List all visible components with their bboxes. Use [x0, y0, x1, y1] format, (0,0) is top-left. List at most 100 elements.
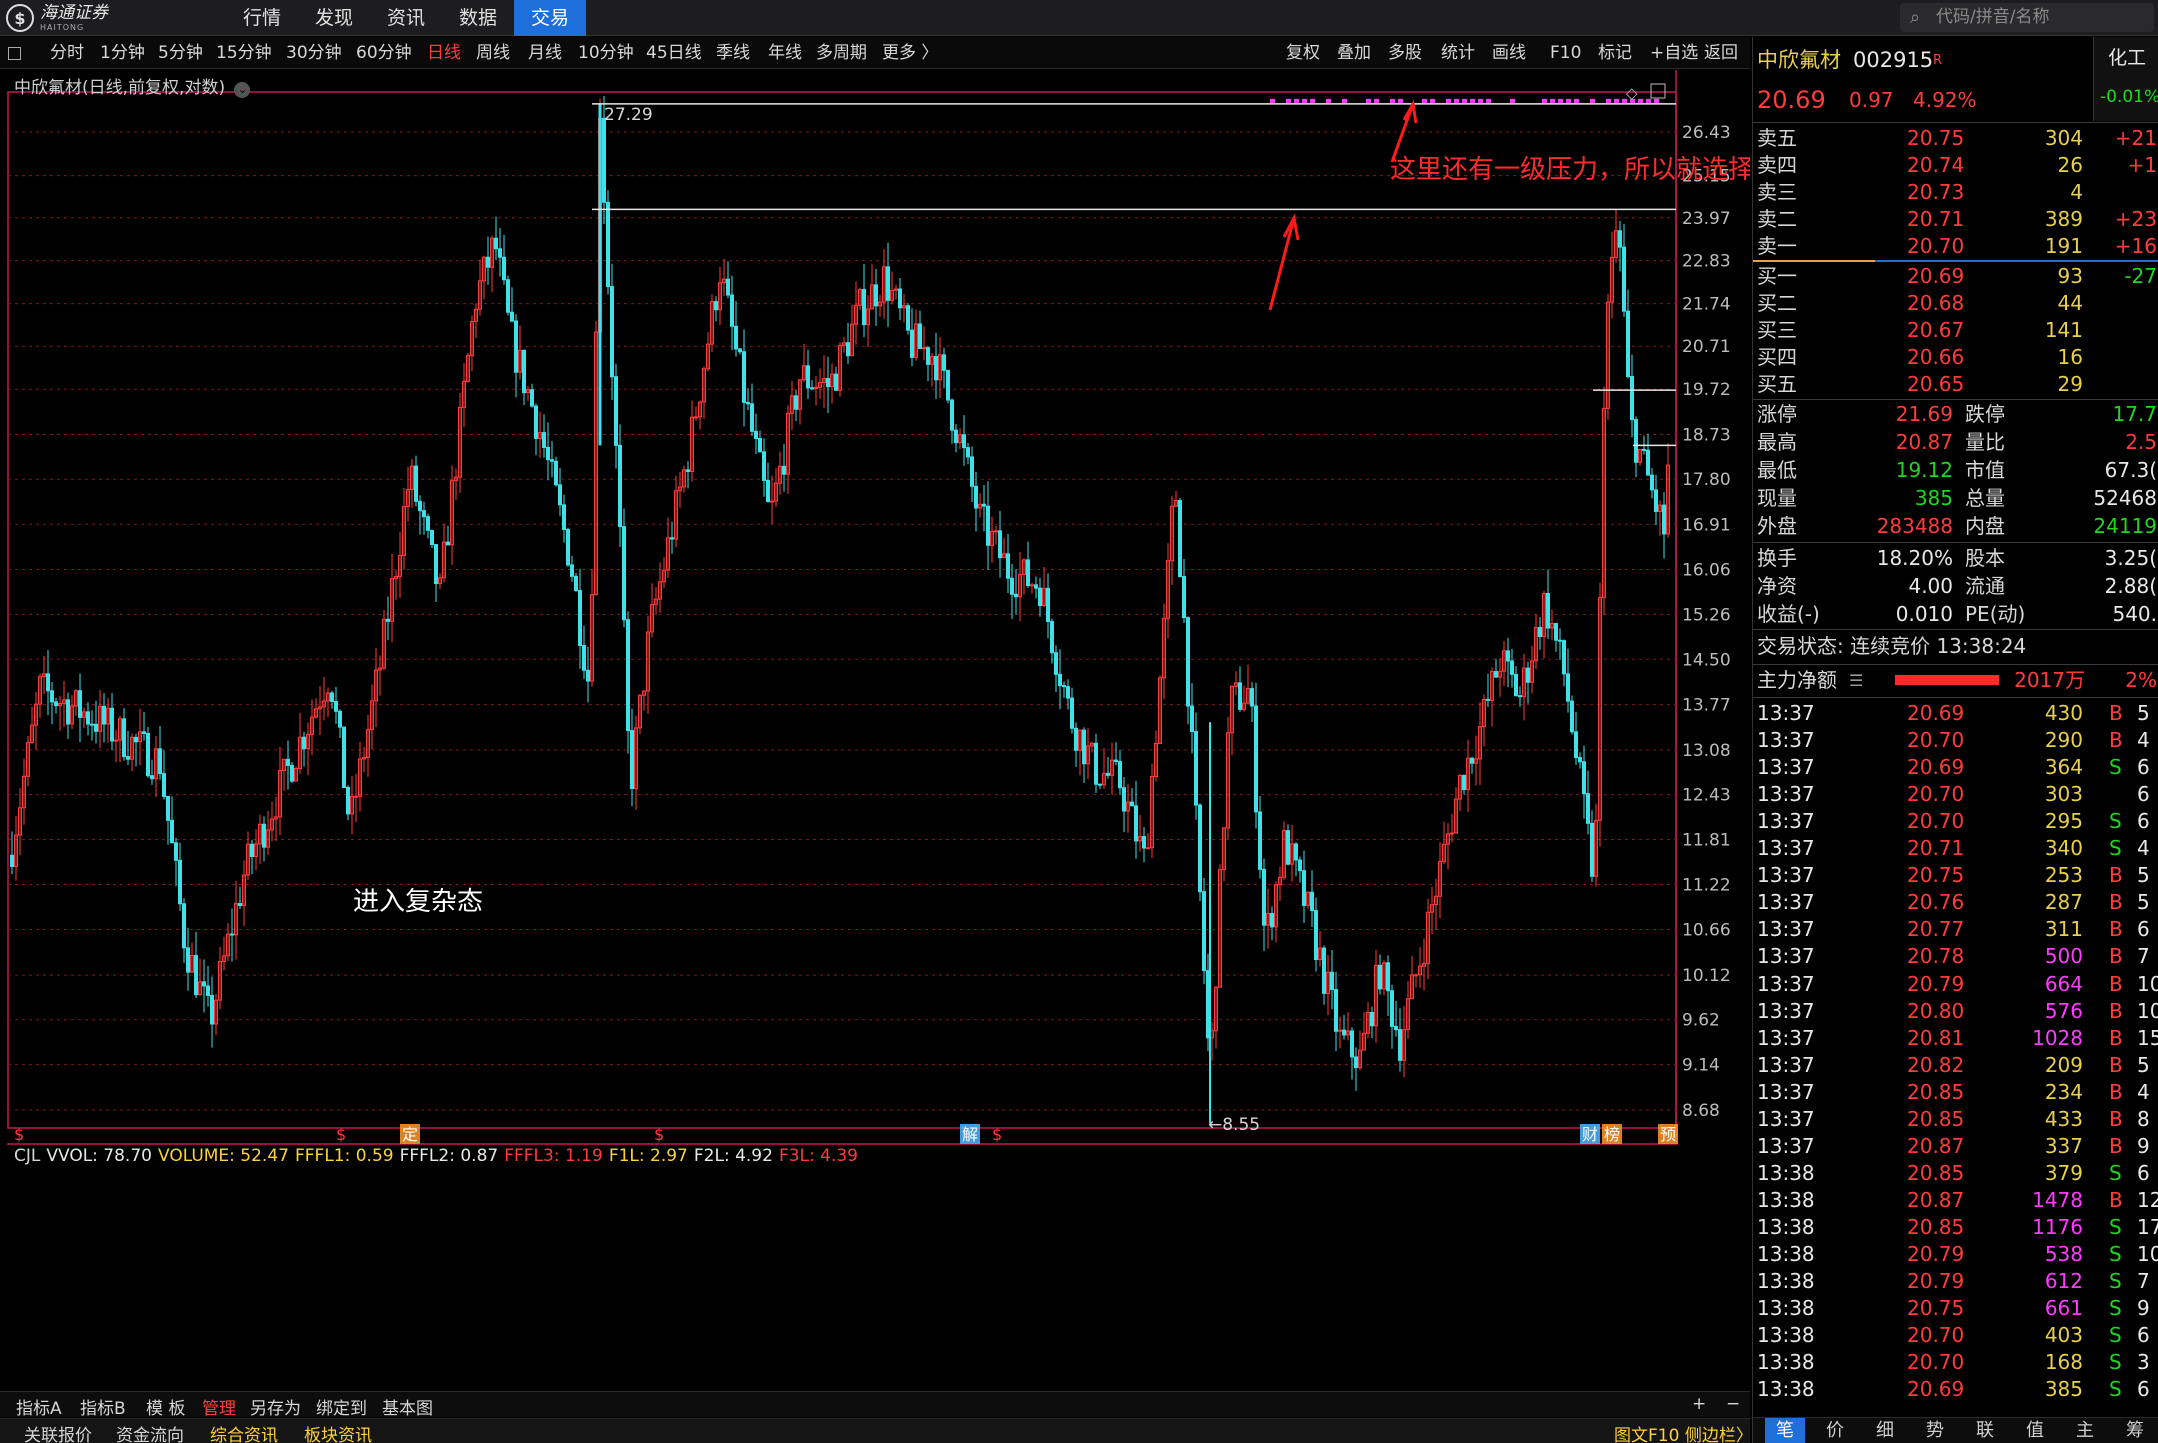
- add-icon[interactable]: +: [1692, 1394, 1706, 1414]
- chart-settings-chevron-icon[interactable]: ⌄: [234, 82, 251, 98]
- tool-7[interactable]: +自选: [1650, 37, 1698, 69]
- tool-2[interactable]: 多股: [1388, 37, 1422, 69]
- tick-direction: B: [2109, 1133, 2123, 1158]
- candle-body: [1546, 592, 1550, 629]
- tool-3[interactable]: 统计: [1441, 37, 1475, 69]
- indicator-tab-4[interactable]: 另存为: [250, 1394, 301, 1419]
- event-marker[interactable]: $: [654, 1125, 664, 1144]
- event-marker[interactable]: $: [992, 1125, 1002, 1144]
- period-1[interactable]: 1分钟: [100, 37, 145, 69]
- indicator-tab-5[interactable]: 绑定到: [316, 1394, 367, 1419]
- indicator-tab-1[interactable]: 指标B: [80, 1394, 126, 1419]
- period-5[interactable]: 60分钟: [356, 37, 412, 69]
- tick-time: 13:37: [1757, 1052, 1815, 1077]
- panel-toggle-icon[interactable]: [8, 47, 21, 60]
- quote-tab-2[interactable]: 细: [1865, 1418, 1905, 1443]
- event-marker[interactable]: 定: [402, 1125, 418, 1144]
- tick-direction: B: [2109, 1187, 2123, 1212]
- candle-body: [1650, 474, 1654, 491]
- quote-tab-7[interactable]: 筹: [2115, 1418, 2155, 1443]
- info-tab-3[interactable]: 板块资讯: [304, 1421, 372, 1443]
- indicator-tab-0[interactable]: 指标A: [16, 1394, 62, 1419]
- candle-body: [1414, 974, 1418, 977]
- quote-tab-4[interactable]: 联: [1965, 1418, 2005, 1443]
- period-0[interactable]: 分时: [50, 37, 84, 69]
- tool-1[interactable]: 叠加: [1337, 37, 1371, 69]
- period-8[interactable]: 月线: [528, 37, 562, 69]
- topnav-item-0[interactable]: 行情: [226, 0, 298, 36]
- candle-body: [1026, 559, 1030, 586]
- tick-count: 10: [2137, 1242, 2158, 1266]
- candle-body: [806, 365, 810, 389]
- period-3[interactable]: 15分钟: [216, 37, 272, 69]
- quote-tab-3[interactable]: 势: [1915, 1418, 1955, 1443]
- tool-4[interactable]: 画线: [1492, 37, 1526, 69]
- tick-row: 13:38 20.79 538 S 10: [1753, 1241, 2158, 1268]
- period-2[interactable]: 5分钟: [158, 37, 203, 69]
- bid-price: 20.65: [1907, 372, 1965, 396]
- topnav-item-1[interactable]: 发现: [298, 0, 370, 36]
- period-4[interactable]: 30分钟: [286, 37, 342, 69]
- info-tab-0[interactable]: 关联报价: [24, 1421, 92, 1443]
- list-icon[interactable]: ☰: [1849, 667, 1863, 694]
- indicator-tab-3[interactable]: 管理: [202, 1394, 236, 1419]
- period-toolbar: 分时 1分钟 5分钟 15分钟 30分钟 60分钟 日线 周线 月线 10分钟 45日线 季线 年线 多周…: [0, 37, 1750, 69]
- indicator-tab-2[interactable]: 模 板: [146, 1394, 185, 1419]
- quote-tab-0[interactable]: 笔: [1765, 1418, 1805, 1443]
- event-marker[interactable]: 解: [962, 1125, 978, 1144]
- tick-count: 6: [2137, 1323, 2150, 1348]
- candle-body: [50, 690, 54, 703]
- stat-value: 19.12: [1895, 458, 1953, 482]
- quote-tab-1[interactable]: 价: [1815, 1418, 1855, 1443]
- period-14[interactable]: 更多 〉: [882, 37, 938, 69]
- diamond-icon[interactable]: ◇: [1626, 84, 1638, 102]
- info-tab-1[interactable]: 资金流向: [116, 1421, 184, 1443]
- quote-tab-6[interactable]: 主: [2065, 1418, 2105, 1443]
- remove-icon[interactable]: −: [1726, 1394, 1740, 1414]
- candlestick-chart[interactable]: 26.4325.1523.9722.8321.7420.7119.7218.73…: [0, 70, 1750, 1145]
- info-right-links[interactable]: 图文F10 侧边栏〉: [1614, 1421, 1753, 1443]
- main-net-extra: 2%: [2125, 668, 2157, 692]
- period-11[interactable]: 季线: [716, 37, 750, 69]
- event-marker[interactable]: $: [14, 1125, 24, 1144]
- candle-body: [1038, 587, 1042, 607]
- tool-6[interactable]: 标记: [1598, 37, 1632, 69]
- candle-body: [910, 329, 914, 358]
- candle-body: [618, 444, 622, 528]
- tool-5[interactable]: F10: [1550, 37, 1581, 69]
- chart-title-text: 中欣氟材(日线,前复权,对数): [14, 78, 226, 98]
- indicator-tabs: 指标A 指标B 模 板管理 另存为 绑定到 基本图 + −: [0, 1391, 1750, 1419]
- panel-max-icon[interactable]: [1650, 83, 1666, 99]
- period-12[interactable]: 年线: [768, 37, 802, 69]
- price-axis-label: 13.08: [1682, 741, 1731, 761]
- tick-price: 20.85: [1907, 1160, 1965, 1185]
- indicator-tab-6[interactable]: 基本图: [382, 1394, 433, 1419]
- price-axis-label: 21.74: [1682, 295, 1731, 315]
- period-7[interactable]: 周线: [476, 37, 510, 69]
- tool-0[interactable]: 复权: [1286, 37, 1320, 69]
- event-marker[interactable]: 财: [1582, 1125, 1598, 1144]
- event-marker[interactable]: 预: [1660, 1125, 1676, 1144]
- topnav-item-4[interactable]: 交易: [514, 0, 586, 36]
- bid-price: 20.66: [1907, 345, 1965, 369]
- event-marker[interactable]: 榜: [1604, 1125, 1620, 1144]
- period-9[interactable]: 10分钟: [578, 37, 634, 69]
- tool-8[interactable]: 返回: [1704, 37, 1738, 69]
- stat-value: 67.3(: [2104, 458, 2157, 482]
- tick-time: 13:37: [1757, 971, 1815, 996]
- period-10[interactable]: 45日线: [646, 37, 702, 69]
- ask-volume: 304: [2044, 126, 2083, 150]
- event-marker[interactable]: $: [336, 1125, 346, 1144]
- candle-body: [1198, 804, 1202, 893]
- period-6[interactable]: 日线: [427, 37, 461, 69]
- info-tab-2[interactable]: 综合资讯: [210, 1421, 278, 1443]
- stock-search-input[interactable]: ⌕ 代码/拼音/名称: [1900, 3, 2154, 32]
- topnav-item-2[interactable]: 资讯: [370, 0, 442, 36]
- topnav-item-3[interactable]: 数据: [442, 0, 514, 36]
- tick-price: 20.87: [1907, 1187, 1965, 1212]
- bid-volume: 16: [2057, 345, 2083, 369]
- quote-tab-5[interactable]: 值: [2015, 1418, 2055, 1443]
- period-13[interactable]: 多周期: [816, 37, 867, 69]
- candle-body: [158, 748, 162, 775]
- candle-body: [434, 544, 438, 584]
